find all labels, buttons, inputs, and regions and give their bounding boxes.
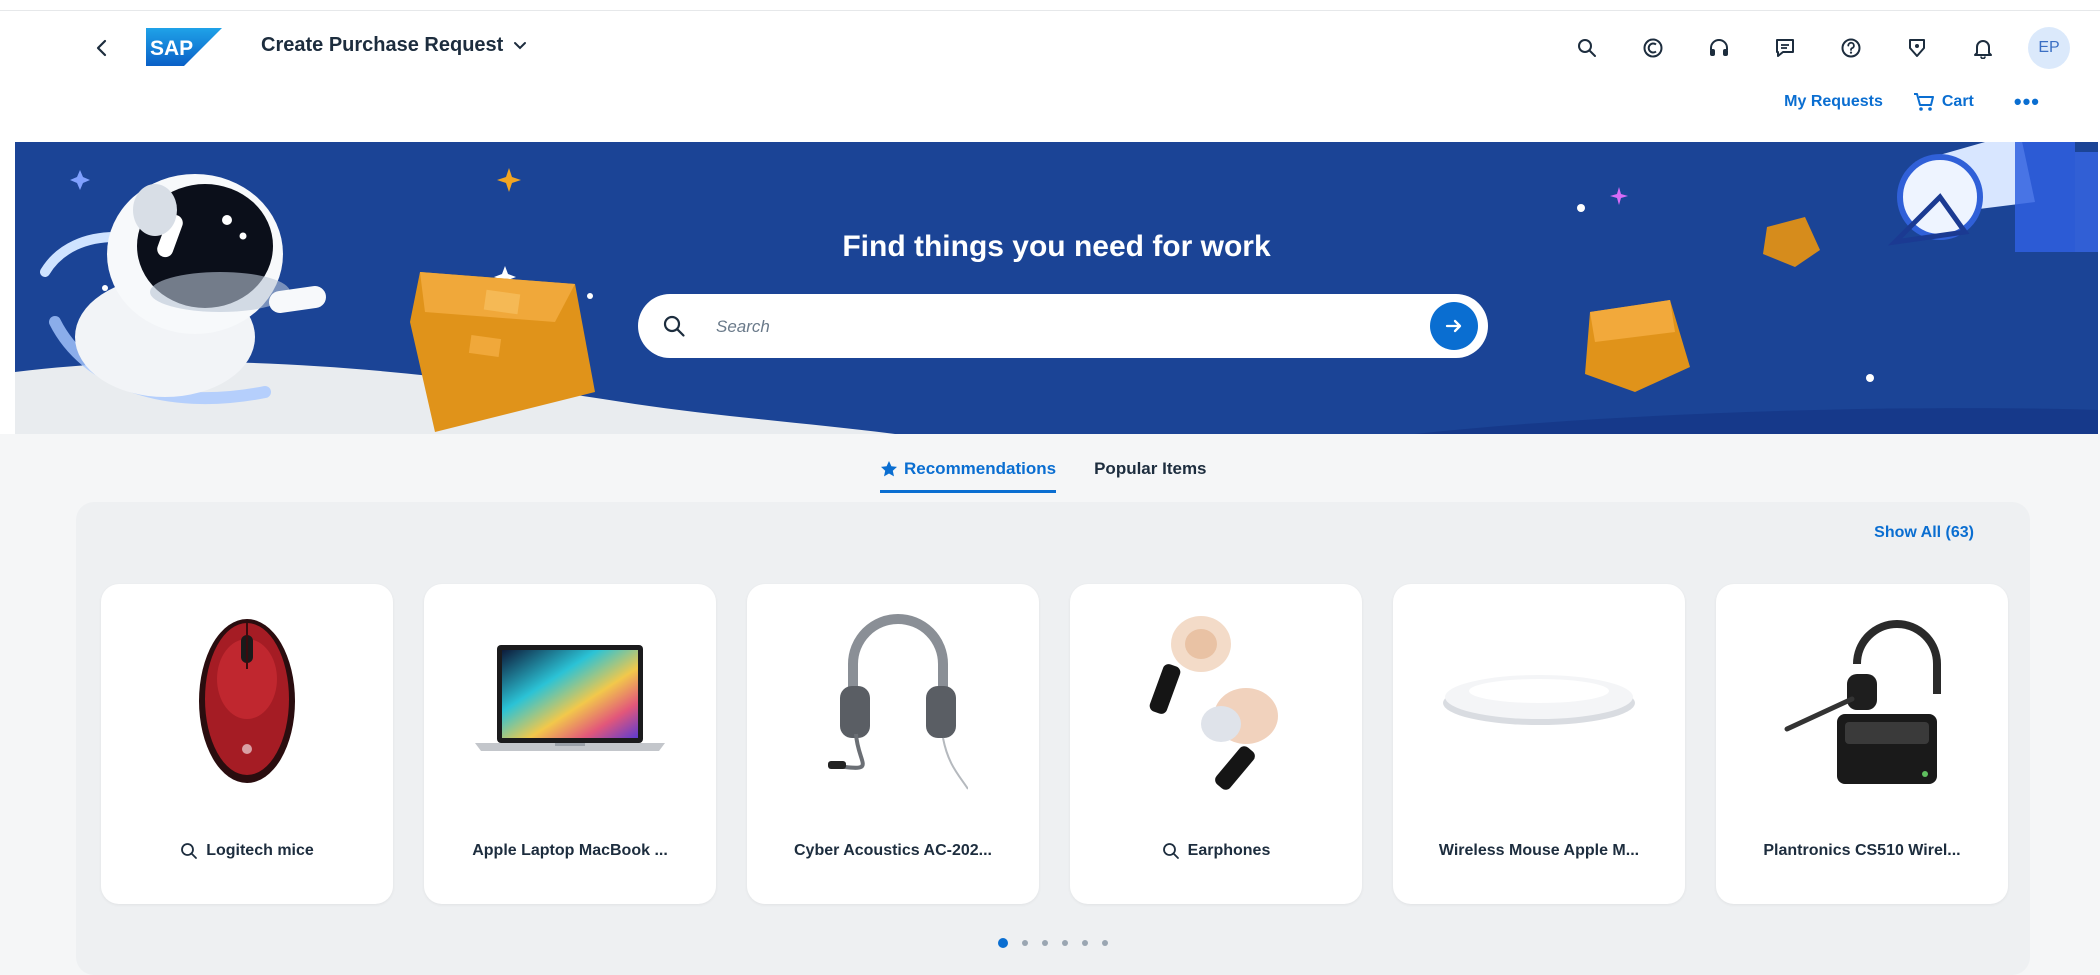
search-icon[interactable] <box>1554 24 1620 72</box>
search-icon <box>1162 843 1179 859</box>
sap-logo[interactable]: SAP <box>146 28 222 66</box>
catalog-tabs: Recommendations Popular Items <box>880 448 1207 493</box>
product-image <box>1393 604 1685 794</box>
headset-icon[interactable] <box>1686 24 1752 72</box>
search-input[interactable] <box>714 306 1398 348</box>
product-card-label: Logitech mice <box>101 842 393 860</box>
help-icon[interactable] <box>1818 24 1884 72</box>
hero-title: Find things you need for work <box>842 230 1271 263</box>
product-name: Earphones <box>1187 842 1271 859</box>
arrow-right-icon <box>1445 319 1462 333</box>
page-dot[interactable] <box>1042 940 1048 946</box>
astronaut-illustration <box>15 142 2098 434</box>
product-card-logitech-mice[interactable]: Logitech mice <box>101 584 393 904</box>
product-card-label: Apple Laptop MacBook ... <box>424 842 716 860</box>
cart-button[interactable]: Cart <box>1913 92 1974 112</box>
product-image <box>747 604 1039 794</box>
product-card-plantronics[interactable]: Plantronics CS510 Wirel... <box>1716 584 2008 904</box>
app-title-menu[interactable]: Create Purchase Request <box>261 34 527 57</box>
header-actions: My Requests Cart ••• <box>1784 91 2040 113</box>
product-name: Plantronics CS510 Wirel... <box>1763 842 1961 859</box>
cart-icon <box>1913 93 1934 111</box>
product-image <box>1716 604 2008 794</box>
chevron-left-icon <box>96 39 107 57</box>
wireless-headset-icon <box>1784 620 1941 784</box>
hero-banner: Find things you need for work <box>15 142 2098 434</box>
product-card-earphones[interactable]: Earphones <box>1070 584 1362 904</box>
tab-recommendations[interactable]: Recommendations <box>880 448 1057 493</box>
product-carousel: Logitech mice Apple Laptop MacBook ... C… <box>101 584 2008 904</box>
laptop-icon <box>475 645 665 751</box>
user-avatar[interactable]: EP <box>2028 27 2070 69</box>
product-name: Cyber Acoustics AC-202... <box>794 842 992 859</box>
notification-bell-icon[interactable] <box>1950 24 2016 72</box>
more-options-button[interactable]: ••• <box>2014 91 2040 113</box>
search-icon <box>663 315 685 337</box>
tab-recommendations-label: Recommendations <box>904 459 1057 478</box>
star-icon <box>881 461 897 477</box>
search-icon <box>181 843 198 859</box>
page-dot[interactable] <box>1062 940 1068 946</box>
product-card-wireless-mouse-apple[interactable]: Wireless Mouse Apple M... <box>1393 584 1685 904</box>
my-requests-link[interactable]: My Requests <box>1784 93 1883 111</box>
cart-label: Cart <box>1941 93 1974 110</box>
product-name: Apple Laptop MacBook ... <box>472 842 668 859</box>
tab-popular-items-label: Popular Items <box>1094 459 1207 478</box>
earplugs-icon <box>1149 616 1278 790</box>
product-card-label: Earphones <box>1070 842 1362 860</box>
page-dot[interactable] <box>1102 940 1108 946</box>
whats-new-icon[interactable] <box>1884 24 1950 72</box>
mouse-icon <box>199 619 295 783</box>
product-card-apple-laptop[interactable]: Apple Laptop MacBook ... <box>424 584 716 904</box>
product-card-cyber-acoustics[interactable]: Cyber Acoustics AC-202... <box>747 584 1039 904</box>
chevron-down-icon <box>514 41 527 49</box>
product-name: Wireless Mouse Apple M... <box>1438 842 1640 859</box>
headset-icon <box>828 614 968 790</box>
back-button[interactable] <box>86 32 118 64</box>
svg-text:SAP: SAP <box>150 37 193 60</box>
product-image <box>1070 604 1362 794</box>
shell-actions: EP <box>1554 24 2070 72</box>
recommendations-panel: Show All (63) Logitech mice Apple Laptop… <box>76 502 2030 975</box>
feedback-icon[interactable] <box>1752 24 1818 72</box>
copilot-icon[interactable] <box>1620 24 1686 72</box>
carousel-pagination <box>998 938 1108 948</box>
page-dot[interactable] <box>1022 940 1028 946</box>
product-search-bar <box>638 294 1488 358</box>
show-all-link[interactable]: Show All (63) <box>1874 524 1974 542</box>
product-image <box>101 604 393 794</box>
app-title: Create Purchase Request <box>261 34 504 56</box>
magic-mouse-icon <box>1443 675 1635 725</box>
top-divider <box>0 10 2100 11</box>
tab-popular-items[interactable]: Popular Items <box>1094 448 1206 490</box>
product-card-label: Cyber Acoustics AC-202... <box>747 842 1039 860</box>
page-dot[interactable] <box>1082 940 1088 946</box>
product-name: Logitech mice <box>206 842 314 859</box>
product-card-label: Wireless Mouse Apple M... <box>1393 842 1685 860</box>
product-card-label: Plantronics CS510 Wirel... <box>1716 842 2008 860</box>
page-dot[interactable] <box>998 938 1008 948</box>
search-submit-button[interactable] <box>1430 302 1478 350</box>
product-image <box>424 604 716 794</box>
shell-bar: SAP Create Purchase Request EP <box>0 14 2100 84</box>
